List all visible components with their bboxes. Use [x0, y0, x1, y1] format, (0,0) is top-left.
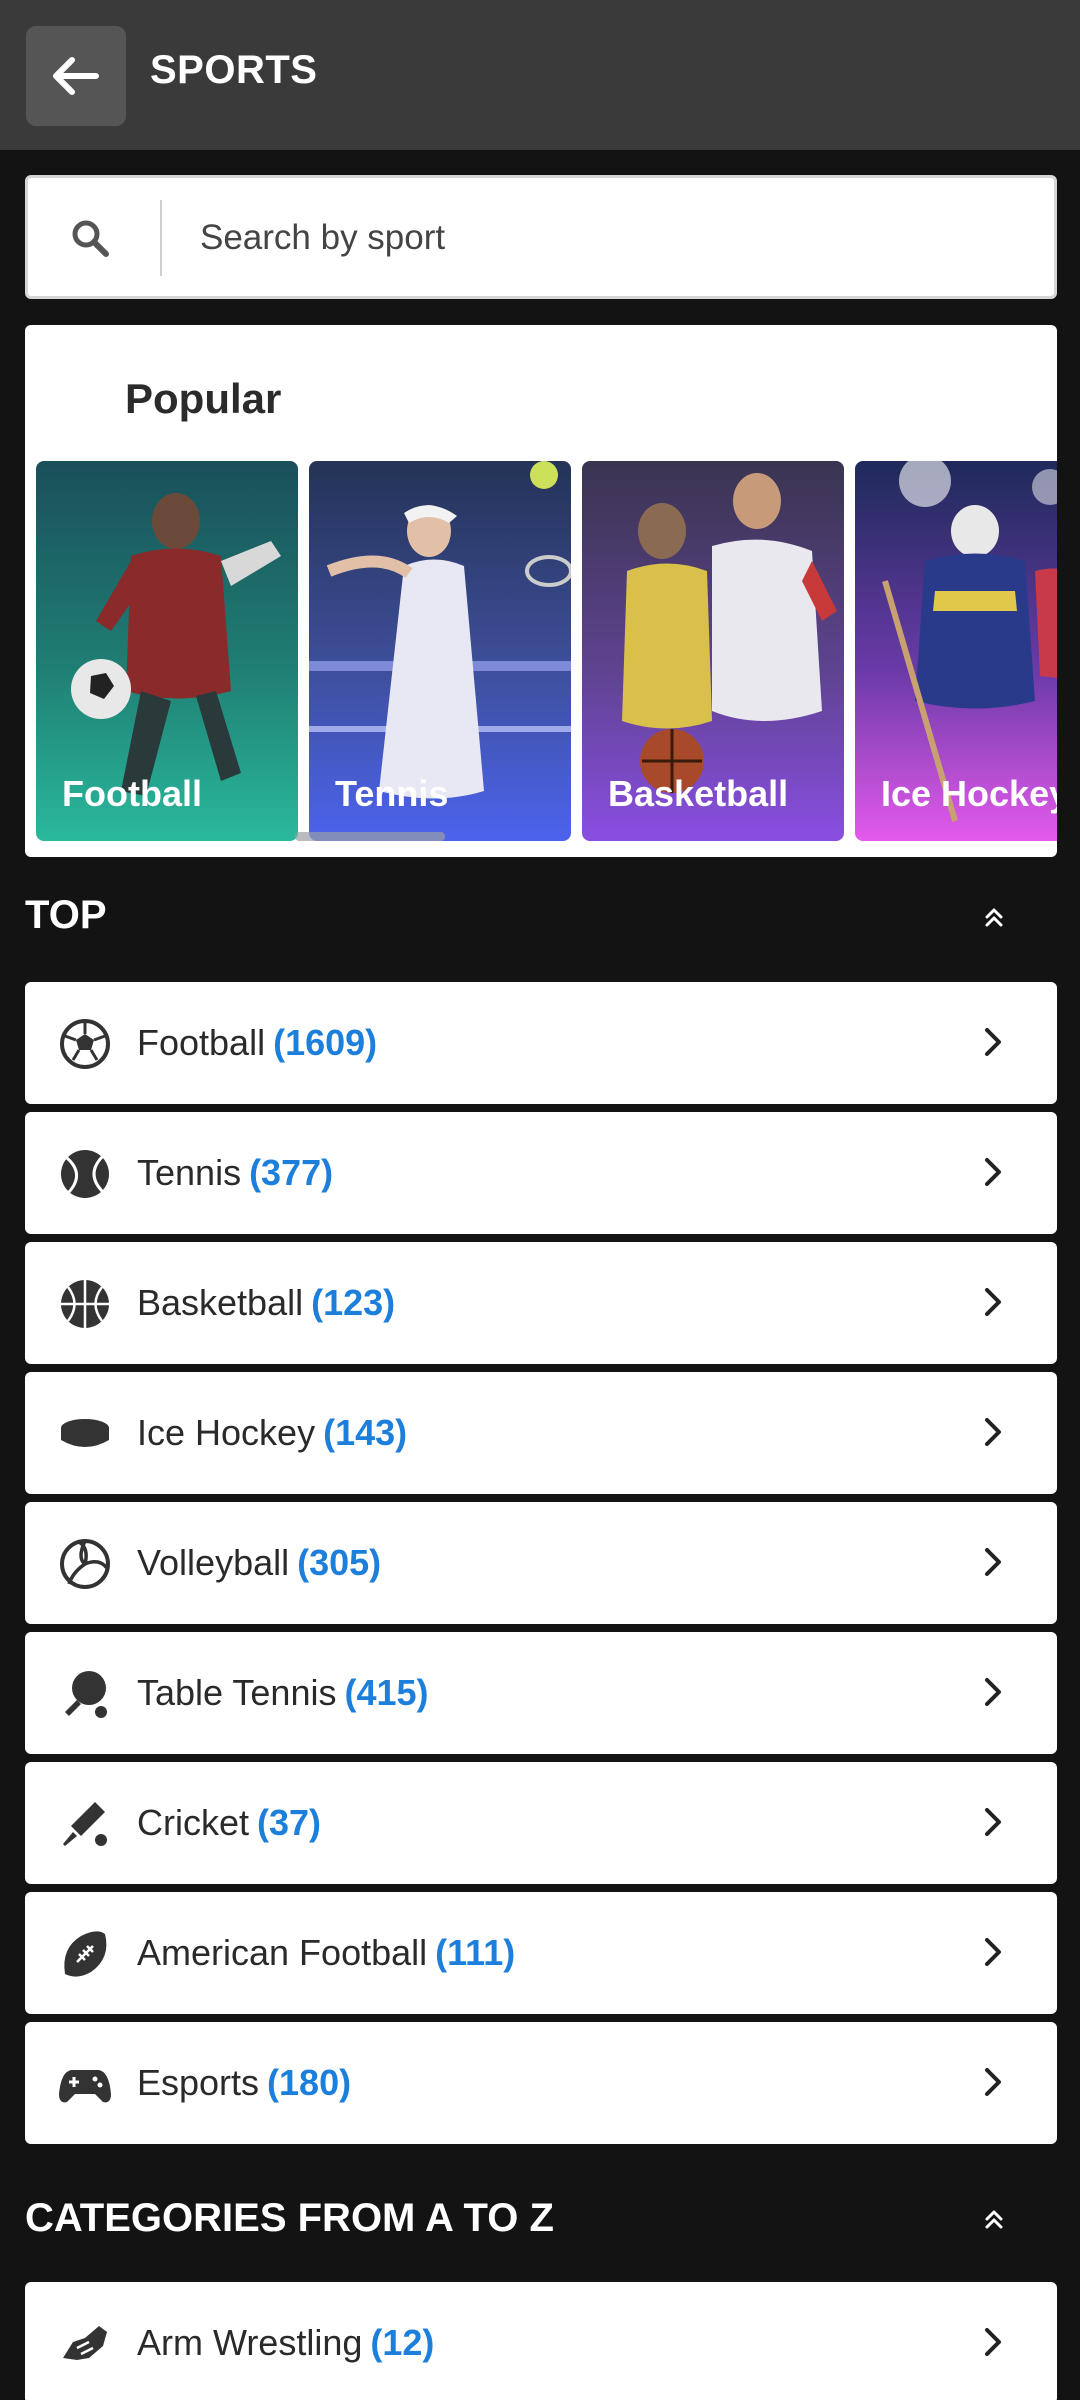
- sport-label: Ice Hockey: [137, 1412, 316, 1453]
- section-title-categories: CATEGORIES FROM A TO Z: [25, 2196, 554, 2240]
- popular-card-football[interactable]: Football: [36, 461, 298, 841]
- gamepad-icon: [59, 2070, 111, 2103]
- basketball-icon: [61, 1280, 109, 1328]
- chevron-right-icon: [985, 1548, 1001, 1576]
- sport-count: (123): [311, 1282, 396, 1323]
- sport-row-esports[interactable]: Esports (180): [25, 2022, 1057, 2144]
- search-box[interactable]: [25, 175, 1057, 299]
- chevron-right-icon: [985, 1158, 1001, 1186]
- sport-row-football[interactable]: Football (1609): [25, 982, 1057, 1104]
- sport-count: (415): [344, 1672, 429, 1713]
- soccer-ball-icon: [60, 1019, 110, 1069]
- sport-row-arm-wrestling[interactable]: Arm Wrestling (12): [25, 2282, 1057, 2400]
- sport-row-ice-hockey[interactable]: Ice Hockey (143): [25, 1372, 1057, 1494]
- sport-count: (1609): [273, 1022, 378, 1063]
- sport-name: Tennis (377): [137, 1152, 333, 1194]
- chevron-right-icon: [985, 1938, 1001, 1966]
- cricket-bat-icon: [63, 1802, 107, 1846]
- popular-card-label: Basketball: [608, 773, 789, 814]
- search-icon: [62, 208, 118, 268]
- sport-count: (37): [257, 1802, 322, 1843]
- sport-label: Cricket: [137, 1802, 250, 1843]
- popular-card-label: Football: [62, 773, 202, 814]
- sport-label: Arm Wrestling: [137, 2322, 363, 2363]
- collapse-categories-button[interactable]: [970, 2195, 1018, 2243]
- carousel-scroll-indicator: [295, 832, 445, 841]
- sport-row-tennis[interactable]: Tennis (377): [25, 1112, 1057, 1234]
- sport-name: Ice Hockey (143): [137, 1412, 407, 1454]
- sport-name: Football (1609): [137, 1022, 377, 1064]
- page-title: SPORTS: [150, 48, 318, 92]
- top-bar: SPORTS: [0, 0, 1080, 150]
- collapse-top-button[interactable]: [970, 893, 1018, 941]
- sport-name: American Football (111): [137, 1932, 515, 1974]
- popular-card-tennis[interactable]: Tennis: [309, 461, 571, 841]
- sport-name: Table Tennis (415): [137, 1672, 429, 1714]
- back-button[interactable]: [26, 26, 126, 126]
- sport-label: American Football: [137, 1932, 428, 1973]
- chevron-right-icon: [985, 1028, 1001, 1056]
- chevron-right-icon: [985, 1808, 1001, 1836]
- sport-count: (180): [267, 2062, 352, 2103]
- double-chevron-up-icon: [985, 908, 1003, 927]
- popular-section: Popular Football Tennis Basketball Ice H…: [25, 325, 1057, 857]
- sport-label: Tennis: [137, 1152, 242, 1193]
- sport-count: (377): [249, 1152, 334, 1193]
- sport-count: (111): [435, 1932, 516, 1973]
- sport-row-cricket[interactable]: Cricket (37): [25, 1762, 1057, 1884]
- popular-card-ice-hockey[interactable]: Ice Hockey: [855, 461, 1057, 841]
- double-chevron-up-icon: [985, 2210, 1003, 2229]
- sport-name: Arm Wrestling (12): [137, 2322, 434, 2364]
- popular-carousel[interactable]: Football Tennis Basketball Ice Hockey: [36, 461, 1057, 841]
- american-football-icon: [64, 1931, 107, 1977]
- sport-name: Volleyball (305): [137, 1542, 381, 1584]
- sport-row-basketball[interactable]: Basketball (123): [25, 1242, 1057, 1364]
- sport-name: Cricket (37): [137, 1802, 321, 1844]
- popular-card-basketball[interactable]: Basketball: [582, 461, 844, 841]
- sport-row-american-football[interactable]: American Football (111): [25, 1892, 1057, 2014]
- search-divider: [160, 200, 162, 276]
- sport-row-volleyball[interactable]: Volleyball (305): [25, 1502, 1057, 1624]
- section-title-top: TOP: [25, 893, 107, 937]
- popular-card-label: Tennis: [335, 773, 449, 814]
- chevron-right-icon: [985, 1288, 1001, 1316]
- sport-label: Table Tennis: [137, 1672, 337, 1713]
- sport-label: Volleyball: [137, 1542, 290, 1583]
- sport-count: (12): [370, 2322, 435, 2363]
- volleyball-icon: [60, 1539, 110, 1589]
- popular-title: Popular: [125, 375, 282, 422]
- arrow-left-icon: [53, 57, 99, 95]
- sport-name: Basketball (123): [137, 1282, 395, 1324]
- sport-count: (143): [323, 1412, 408, 1453]
- chevron-right-icon: [985, 1678, 1001, 1706]
- sport-count: (305): [297, 1542, 382, 1583]
- search-input[interactable]: [178, 200, 1018, 276]
- sport-label: Basketball: [137, 1282, 304, 1323]
- arm-wrestling-icon: [63, 2326, 107, 2360]
- hockey-puck-icon: [61, 1419, 109, 1447]
- tennis-ball-icon: [61, 1150, 109, 1198]
- ping-pong-paddle-icon: [65, 1671, 107, 1718]
- sport-label: Football: [137, 1022, 266, 1063]
- chevron-right-icon: [985, 2328, 1001, 2356]
- chevron-right-icon: [985, 1418, 1001, 1446]
- sport-label: Esports: [137, 2062, 260, 2103]
- sport-row-table-tennis[interactable]: Table Tennis (415): [25, 1632, 1057, 1754]
- chevron-right-icon: [985, 2068, 1001, 2096]
- sport-name: Esports (180): [137, 2062, 351, 2104]
- popular-card-label: Ice Hockey: [881, 773, 1057, 814]
